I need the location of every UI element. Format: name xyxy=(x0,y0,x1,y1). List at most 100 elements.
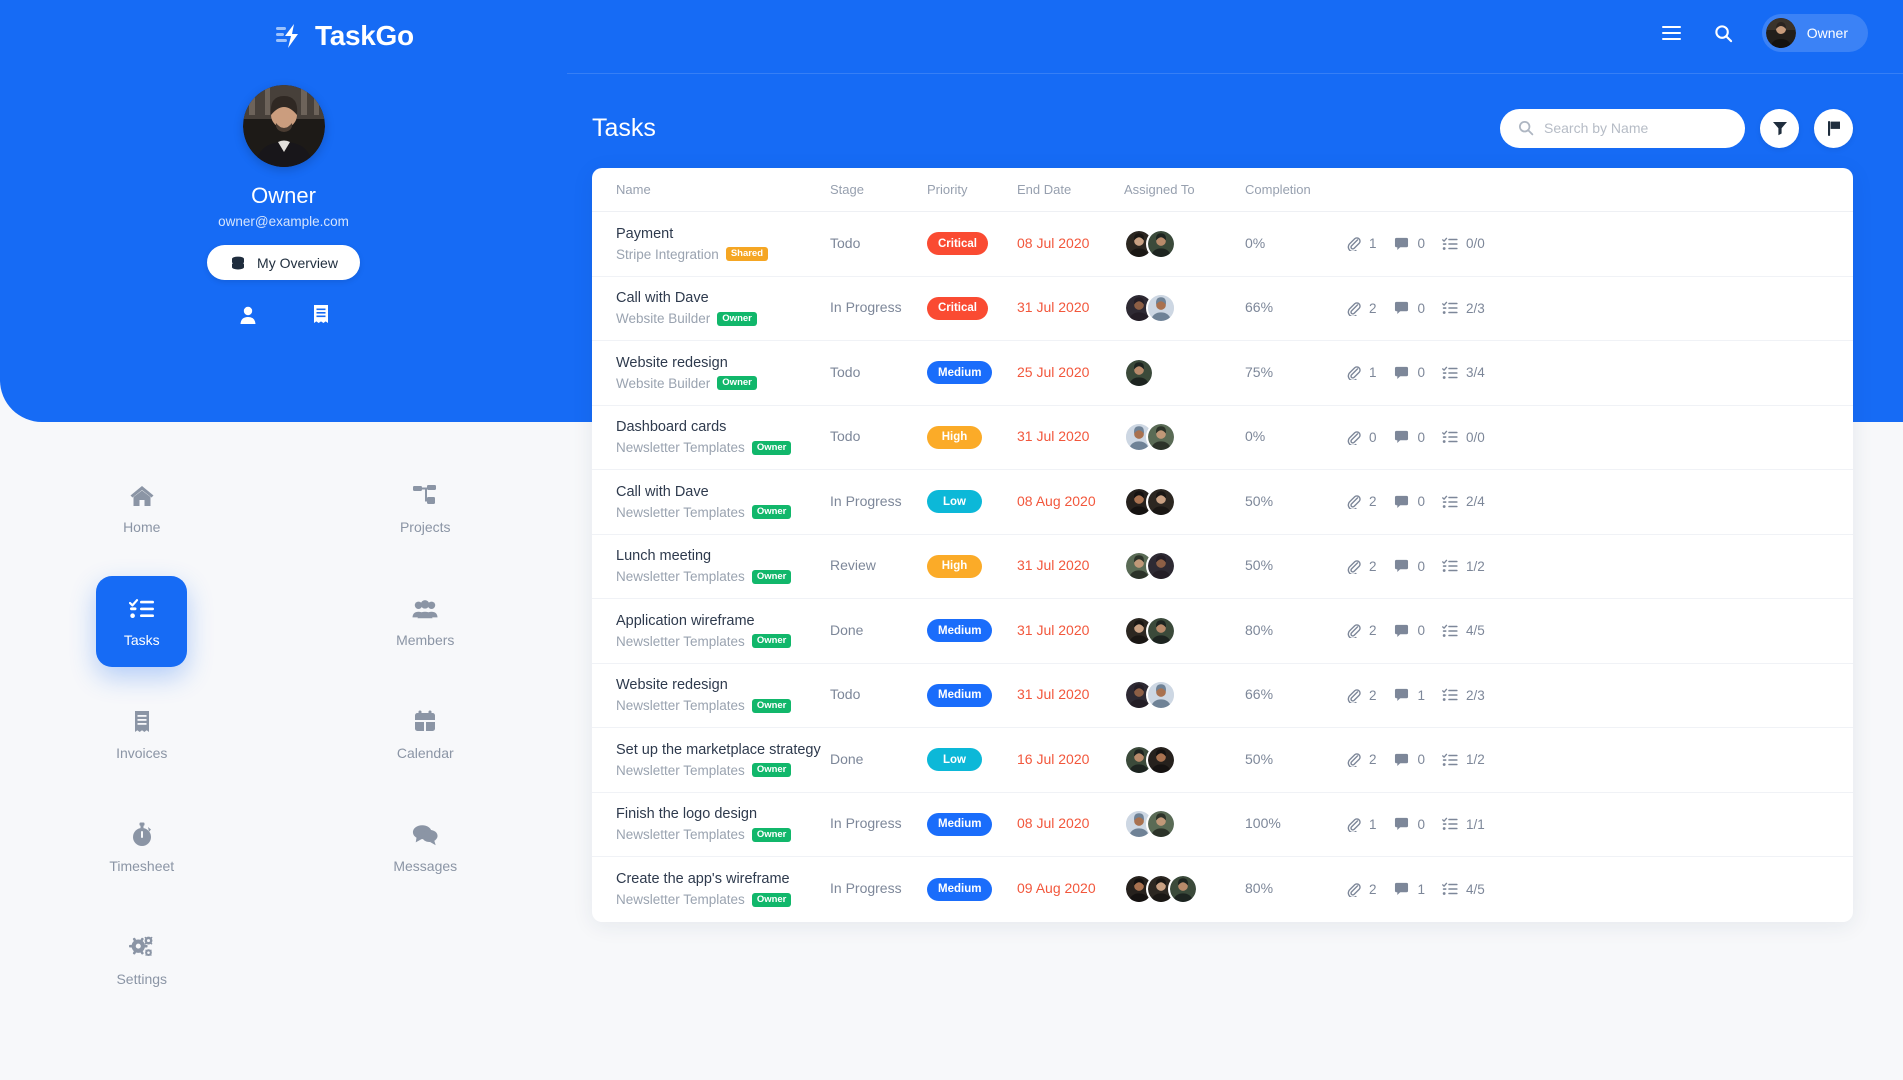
avatar-stack[interactable] xyxy=(1124,228,1245,259)
hamburger-menu-icon[interactable] xyxy=(1658,19,1686,47)
sidebar-item-label: Tasks xyxy=(123,631,160,648)
avatar-stack[interactable] xyxy=(1124,293,1245,324)
table-row[interactable]: Application wireframe Newsletter Templat… xyxy=(592,599,1853,664)
flag-button[interactable] xyxy=(1814,108,1853,148)
avatar-stack[interactable] xyxy=(1124,357,1245,388)
task-name-cell: Website redesign Newsletter Templates Ow… xyxy=(616,677,830,713)
table-row[interactable]: Website redesign Website Builder Owner T… xyxy=(592,341,1853,406)
projects-icon xyxy=(412,483,438,509)
attachments-group: 1 xyxy=(1345,236,1377,252)
sidebar-item-members[interactable]: Members xyxy=(284,565,568,678)
table-row[interactable]: Set up the marketplace strategy Newslett… xyxy=(592,728,1853,793)
checklist-count: 4/5 xyxy=(1466,623,1485,639)
project-role-badge: Owner xyxy=(751,440,792,455)
avatar-stack[interactable] xyxy=(1124,615,1245,646)
main-content: Tasks Search by Name Name Stage Priority… xyxy=(567,74,1903,1080)
avatar-stack[interactable] xyxy=(1124,486,1245,517)
comment-icon xyxy=(1394,558,1410,574)
task-completion-cell: 75% xyxy=(1245,364,1345,382)
task-assignees-cell xyxy=(1124,874,1245,905)
sidebar-item-messages[interactable]: Messages xyxy=(284,791,568,904)
receipt-icon[interactable] xyxy=(311,304,331,326)
task-project: Stripe Integration Shared xyxy=(616,247,830,262)
sidebar-item-home[interactable]: Home xyxy=(0,452,284,565)
my-overview-button[interactable]: My Overview xyxy=(207,245,360,280)
checklist-count: 0/0 xyxy=(1466,236,1485,252)
comments-count: 1 xyxy=(1417,881,1426,897)
sidebar-item-tasks[interactable]: Tasks xyxy=(96,576,188,667)
checklist-icon xyxy=(1442,816,1458,832)
task-stage-cell: In Progress xyxy=(830,815,927,833)
avatar xyxy=(1168,874,1198,905)
checklist-icon xyxy=(1442,623,1458,639)
project-role-badge: Owner xyxy=(717,311,757,326)
attachments-group: 1 xyxy=(1345,816,1377,832)
page-toolbar xyxy=(1500,108,1853,148)
sidebar-item-settings[interactable]: Settings xyxy=(0,904,284,1017)
comment-icon xyxy=(1394,494,1410,510)
search-icon[interactable] xyxy=(1710,19,1738,47)
task-title: Website redesign xyxy=(616,354,728,371)
paperclip-icon xyxy=(1345,236,1361,252)
table-row[interactable]: Website redesign Newsletter Templates Ow… xyxy=(592,664,1853,728)
comment-icon xyxy=(1394,816,1410,832)
task-project: Newsletter Templates Owner xyxy=(616,698,830,713)
brand-logo[interactable]: TaskGo xyxy=(275,20,414,52)
table-row[interactable]: Finish the logo design Newsletter Templa… xyxy=(592,793,1853,857)
avatar-stack[interactable] xyxy=(1124,551,1245,582)
task-assignees-cell xyxy=(1124,293,1245,324)
table-row[interactable]: Call with Dave Newsletter Templates Owne… xyxy=(592,470,1853,535)
stage-label: Done xyxy=(830,621,864,638)
user-menu[interactable]: Owner xyxy=(1761,14,1868,52)
task-end-date-cell: 31 Jul 2020 xyxy=(1017,428,1124,446)
avatar-stack[interactable] xyxy=(1124,809,1245,840)
table-row[interactable]: Lunch meeting Newsletter Templates Owner… xyxy=(592,535,1853,599)
table-row[interactable]: Call with Dave Website Builder Owner In … xyxy=(592,277,1853,341)
attachments-count: 2 xyxy=(1369,494,1377,510)
search-box[interactable] xyxy=(1500,108,1745,148)
task-title: Dashboard cards xyxy=(616,419,727,436)
comments-group: 0 xyxy=(1394,816,1425,832)
project-name: Newsletter Templates xyxy=(616,440,745,456)
comments-group: 0 xyxy=(1394,623,1425,639)
end-date: 09 Aug 2020 xyxy=(1017,880,1096,897)
attachments-group: 1 xyxy=(1345,365,1377,381)
end-date: 08 Jul 2020 xyxy=(1017,815,1090,832)
sidebar-item-timesheet[interactable]: Timesheet xyxy=(0,791,284,904)
end-date: 25 Jul 2020 xyxy=(1017,363,1090,380)
task-assignees-cell xyxy=(1124,744,1245,775)
checklist-group: 2/3 xyxy=(1442,300,1485,316)
sidebar-item-projects[interactable]: Projects xyxy=(284,452,568,565)
task-meta-cell: 1 0 xyxy=(1345,816,1853,832)
task-meta-cell: 1 0 xyxy=(1345,236,1853,252)
task-end-date-cell: 31 Jul 2020 xyxy=(1017,622,1124,640)
task-meta-cell: 2 0 xyxy=(1345,494,1853,510)
comment-icon xyxy=(1394,236,1410,252)
checklist-count: 1/2 xyxy=(1466,558,1485,574)
sidebar-item-calendar[interactable]: Calendar xyxy=(284,678,568,791)
person-icon[interactable] xyxy=(237,304,259,326)
attachments-count: 1 xyxy=(1369,816,1377,832)
sidebar-item-invoices[interactable]: Invoices xyxy=(0,678,284,791)
task-end-date-cell: 25 Jul 2020 xyxy=(1017,364,1124,382)
task-stage-cell: Todo xyxy=(830,235,927,253)
search-input[interactable] xyxy=(1544,120,1727,136)
filter-button[interactable] xyxy=(1760,108,1799,148)
avatar-stack[interactable] xyxy=(1124,744,1245,775)
comments-count: 0 xyxy=(1417,429,1426,445)
table-row[interactable]: Payment Stripe Integration Shared Todo C… xyxy=(592,212,1853,277)
avatar xyxy=(1124,357,1154,388)
paperclip-icon xyxy=(1345,300,1361,316)
attachments-count: 2 xyxy=(1369,687,1377,703)
table-row[interactable]: Create the app's wireframe Newsletter Te… xyxy=(592,857,1853,922)
avatar xyxy=(1146,228,1176,259)
table-row[interactable]: Dashboard cards Newsletter Templates Own… xyxy=(592,406,1853,470)
comments-count: 0 xyxy=(1417,365,1426,381)
avatar-stack[interactable] xyxy=(1124,680,1245,711)
avatar-stack[interactable] xyxy=(1124,422,1245,453)
project-role-badge: Owner xyxy=(717,376,757,391)
task-stage-cell: Review xyxy=(830,557,927,575)
profile-avatar[interactable] xyxy=(242,85,325,167)
avatar xyxy=(1146,809,1176,840)
avatar-stack[interactable] xyxy=(1124,874,1245,905)
